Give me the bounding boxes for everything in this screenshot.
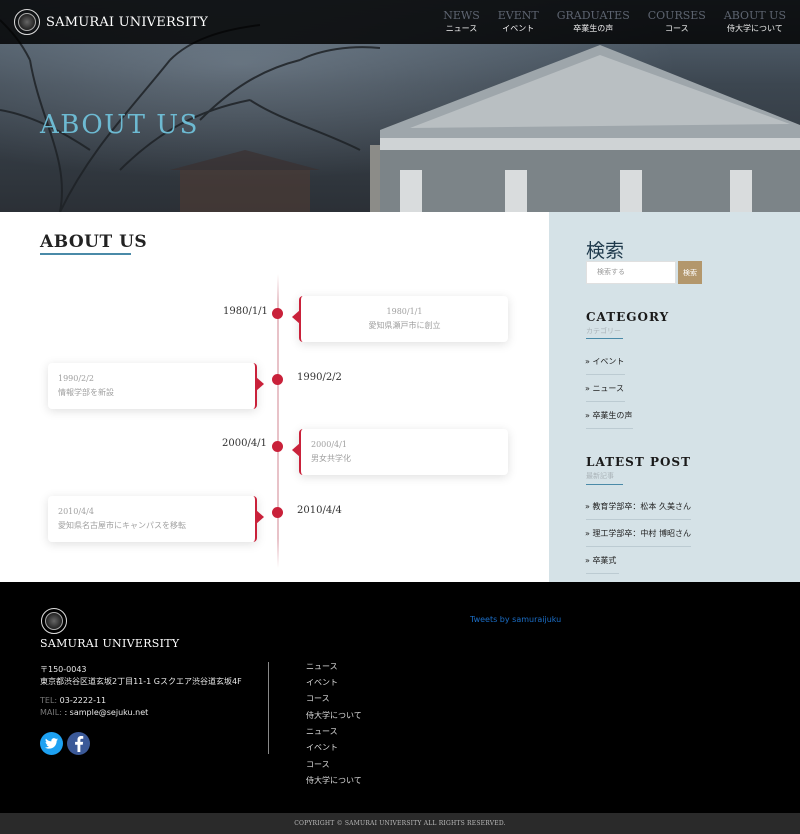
nav-label-en: ABOUT US xyxy=(723,9,786,22)
category-title: CATEGORY xyxy=(586,310,670,324)
card-arrow xyxy=(256,377,264,391)
footer-link[interactable]: 侍大学について xyxy=(306,710,362,721)
nav-label-jp: 卒業生の声 xyxy=(573,24,614,33)
latest-post-subtitle: 最新記事 xyxy=(586,472,614,480)
card-arrow xyxy=(256,510,264,524)
nav-label-en: EVENT xyxy=(497,9,539,22)
timeline-dot xyxy=(272,374,283,385)
timeline-card-date: 2000/4/1 xyxy=(311,440,347,449)
nav-label-en: GRADUATES xyxy=(556,9,630,22)
latest-post-title-rule xyxy=(586,484,623,485)
timeline-date: 1980/1/1 xyxy=(223,306,268,317)
nav-label-en: COURSES xyxy=(647,9,706,22)
timeline-dot xyxy=(272,441,283,452)
twitter-icon[interactable] xyxy=(40,732,63,755)
footer-tel: TEL: 03-2222-11 xyxy=(40,696,106,705)
timeline-date: 2010/4/4 xyxy=(297,505,342,516)
footer-divider xyxy=(268,662,269,754)
sidebar: 検索 検索する 検索 CATEGORY カテゴリー » イベント » ニュース … xyxy=(549,212,800,582)
category-title-rule xyxy=(586,338,623,339)
timeline-card-text: 愛知県瀬戸市に創立 xyxy=(368,321,441,330)
category-link[interactable]: » 卒業生の声 xyxy=(585,410,632,421)
section-title: ABOUT US xyxy=(40,232,148,252)
logo-text: SAMURAI UNIVERSITY xyxy=(46,14,209,30)
timeline-date: 2000/4/1 xyxy=(222,438,267,449)
footer-link[interactable]: イベント xyxy=(306,742,338,753)
footer-address: 東京都渋谷区道玄坂2丁目11-1 Gスクエア渋谷道玄坂4F xyxy=(40,677,242,686)
category-link[interactable]: » ニュース xyxy=(585,383,624,394)
latest-post-title: LATEST POST xyxy=(586,455,692,469)
link-divider xyxy=(586,546,691,547)
category-subtitle: カテゴリー xyxy=(586,327,621,335)
copyright-bar: COPYRIGHT © SAMURAI UNIVERSITY ALL RIGHT… xyxy=(0,813,800,834)
nav-item-event[interactable]: EVENT イベント xyxy=(498,9,539,35)
footer-link[interactable]: コース xyxy=(306,759,330,770)
category-link[interactable]: » イベント xyxy=(585,356,624,367)
footer-mail: MAIL: : sample@sejuku.net xyxy=(40,708,148,717)
card-arrow xyxy=(292,443,300,457)
university-emblem-icon xyxy=(41,608,67,634)
hero-title: ABOUT US xyxy=(40,110,199,140)
footer-link[interactable]: 侍大学について xyxy=(306,775,362,786)
link-divider xyxy=(586,519,691,520)
nav-item-graduates[interactable]: GRADUATES 卒業生の声 xyxy=(557,9,630,35)
facebook-icon[interactable] xyxy=(67,732,90,755)
tel-label: TEL: xyxy=(40,696,58,705)
nav-label-jp: 侍大学について xyxy=(727,24,783,33)
timeline-date: 1990/2/2 xyxy=(297,372,342,383)
link-divider xyxy=(586,428,633,429)
link-divider xyxy=(586,573,619,574)
nav-item-news[interactable]: NEWS ニュース xyxy=(443,9,480,35)
search-input[interactable]: 検索する xyxy=(586,261,676,284)
timeline-card: 1990/2/2 情報学部を新設 xyxy=(48,363,264,409)
card-arrow xyxy=(292,310,300,324)
footer-link[interactable]: ニュース xyxy=(306,661,338,672)
timeline-card-text: 愛知県名古屋市にキャンパスを移転 xyxy=(58,521,186,530)
latest-post-link[interactable]: » 理工学部卒：中村 博昭さん xyxy=(585,528,691,539)
latest-post-link[interactable]: » 教育学部卒：松本 久美さん xyxy=(585,501,691,512)
nav-label-jp: ニュース xyxy=(445,24,478,33)
university-emblem-icon xyxy=(14,9,40,35)
section-title-underline xyxy=(40,253,131,255)
twitter-timeline-link[interactable]: Tweets by samuraijuku xyxy=(470,615,561,624)
timeline-card-date: 1990/2/2 xyxy=(58,374,94,383)
link-divider xyxy=(586,374,625,375)
timeline-card-date: 2010/4/4 xyxy=(58,507,94,516)
latest-post-link[interactable]: » 卒業式 xyxy=(585,555,616,566)
timeline-card-text: 男女共学化 xyxy=(311,454,351,463)
nav-item-courses[interactable]: COURSES コース xyxy=(648,9,706,35)
footer-link[interactable]: イベント xyxy=(306,677,338,688)
site-logo[interactable]: SAMURAI UNIVERSITY xyxy=(14,9,208,35)
footer-postal-code: 〒150-0043 xyxy=(40,665,87,674)
mail-address[interactable]: : sample@sejuku.net xyxy=(64,708,148,717)
timeline-card: 2000/4/1 男女共学化 xyxy=(292,429,508,475)
search-button[interactable]: 検索 xyxy=(678,261,702,284)
nav-label-jp: コース xyxy=(664,24,689,33)
timeline-card: 1980/1/1 愛知県瀬戸市に創立 xyxy=(292,296,508,342)
timeline-card: 2010/4/4 愛知県名古屋市にキャンパスを移転 xyxy=(48,496,264,542)
timeline-card-date: 1980/1/1 xyxy=(386,307,423,316)
main-nav: NEWS ニュース EVENT イベント GRADUATES 卒業生の声 COU… xyxy=(443,9,786,35)
main-content: ABOUT US 1980/1/1 1980/1/1 愛知県瀬戸市に創立 199… xyxy=(0,212,549,582)
timeline-card-text: 情報学部を新設 xyxy=(58,388,114,397)
hero-building xyxy=(370,45,800,212)
search-title: 検索 xyxy=(586,240,625,262)
nav-label-en: NEWS xyxy=(443,9,480,22)
site-header: SAMURAI UNIVERSITY NEWS ニュース EVENT イベント … xyxy=(0,0,800,44)
footer-university-name: SAMURAI UNIVERSITY xyxy=(40,637,180,650)
footer-link[interactable]: ニュース xyxy=(306,726,338,737)
timeline-dot xyxy=(272,308,283,319)
timeline-dot xyxy=(272,507,283,518)
nav-label-jp: イベント xyxy=(502,24,535,33)
link-divider xyxy=(586,401,625,402)
site-footer: SAMURAI UNIVERSITY 〒150-0043 東京都渋谷区道玄坂2丁… xyxy=(0,582,800,813)
nav-item-about-us[interactable]: ABOUT US 侍大学について xyxy=(724,9,786,35)
mail-label: MAIL: xyxy=(40,708,62,717)
footer-link[interactable]: コース xyxy=(306,693,330,704)
tel-number: 03-2222-11 xyxy=(59,696,107,705)
